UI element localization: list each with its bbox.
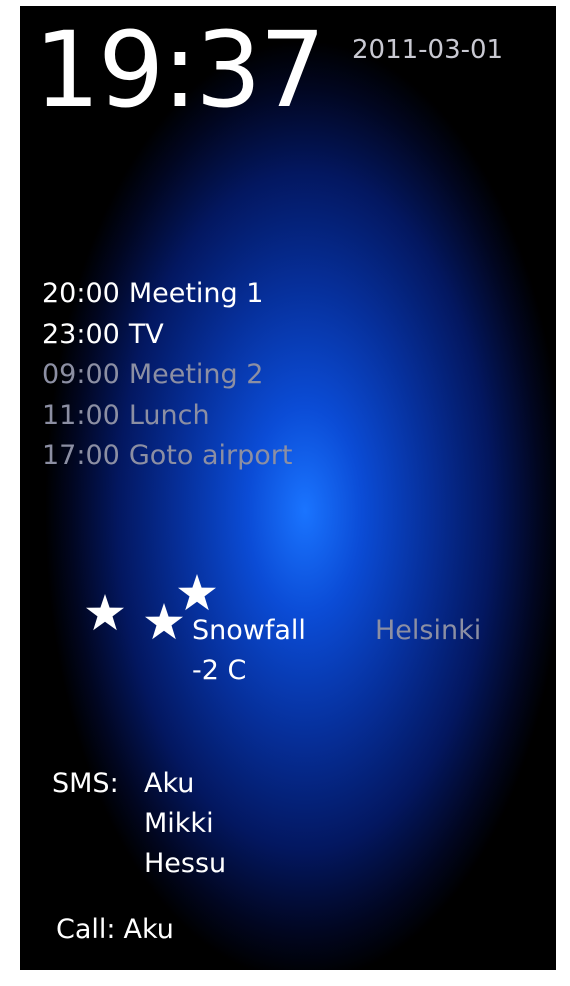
lock-screen: 19:37 2011-03-01 20:00 Meeting 1 23:00 TV … bbox=[20, 6, 556, 970]
call-caller: Aku bbox=[123, 914, 174, 945]
agenda-item-title: TV bbox=[128, 318, 164, 350]
agenda-item-time: 11:00 bbox=[42, 399, 120, 431]
sms-sender-list: Aku Mikki Hessu bbox=[144, 764, 226, 884]
agenda-item-title: Meeting 2 bbox=[128, 359, 264, 390]
clock-time: 19:37 bbox=[34, 9, 326, 131]
agenda-item[interactable]: 17:00 Goto airport bbox=[42, 436, 292, 477]
agenda-list: 20:00 Meeting 1 23:00 TV 09:00 Meeting 2 11… bbox=[42, 274, 292, 477]
missed-call[interactable]: Call: Aku bbox=[56, 910, 174, 950]
agenda-item-time: 09:00 bbox=[42, 359, 120, 390]
agenda-item-time: 20:00 bbox=[42, 278, 120, 309]
clock-date: 2011-03-01 bbox=[352, 35, 504, 65]
weather-condition: Snowfall bbox=[192, 615, 306, 646]
agenda-item[interactable]: 09:00 Meeting 2 bbox=[42, 355, 292, 396]
agenda-item-title: Goto airport bbox=[128, 440, 293, 471]
agenda-item[interactable]: 20:00 Meeting 1 bbox=[42, 274, 292, 315]
sms-sender[interactable]: Mikki bbox=[144, 804, 226, 844]
sms-sender[interactable]: Hessu bbox=[144, 844, 226, 884]
weather-temperature: -2 C bbox=[192, 655, 247, 686]
agenda-item-time: 17:00 bbox=[42, 440, 120, 471]
weather-city: Helsinki bbox=[375, 615, 482, 646]
agenda-item[interactable]: 11:00 Lunch bbox=[42, 396, 292, 437]
call-label: Call: bbox=[56, 914, 116, 945]
agenda-item-title: Meeting 1 bbox=[128, 278, 264, 309]
sms-sender[interactable]: Aku bbox=[144, 764, 226, 804]
agenda-item[interactable]: 23:00 TV bbox=[42, 315, 292, 356]
agenda-item-title: Lunch bbox=[128, 399, 210, 431]
agenda-item-time: 23:00 bbox=[42, 318, 120, 350]
sms-label: SMS: bbox=[52, 768, 119, 799]
